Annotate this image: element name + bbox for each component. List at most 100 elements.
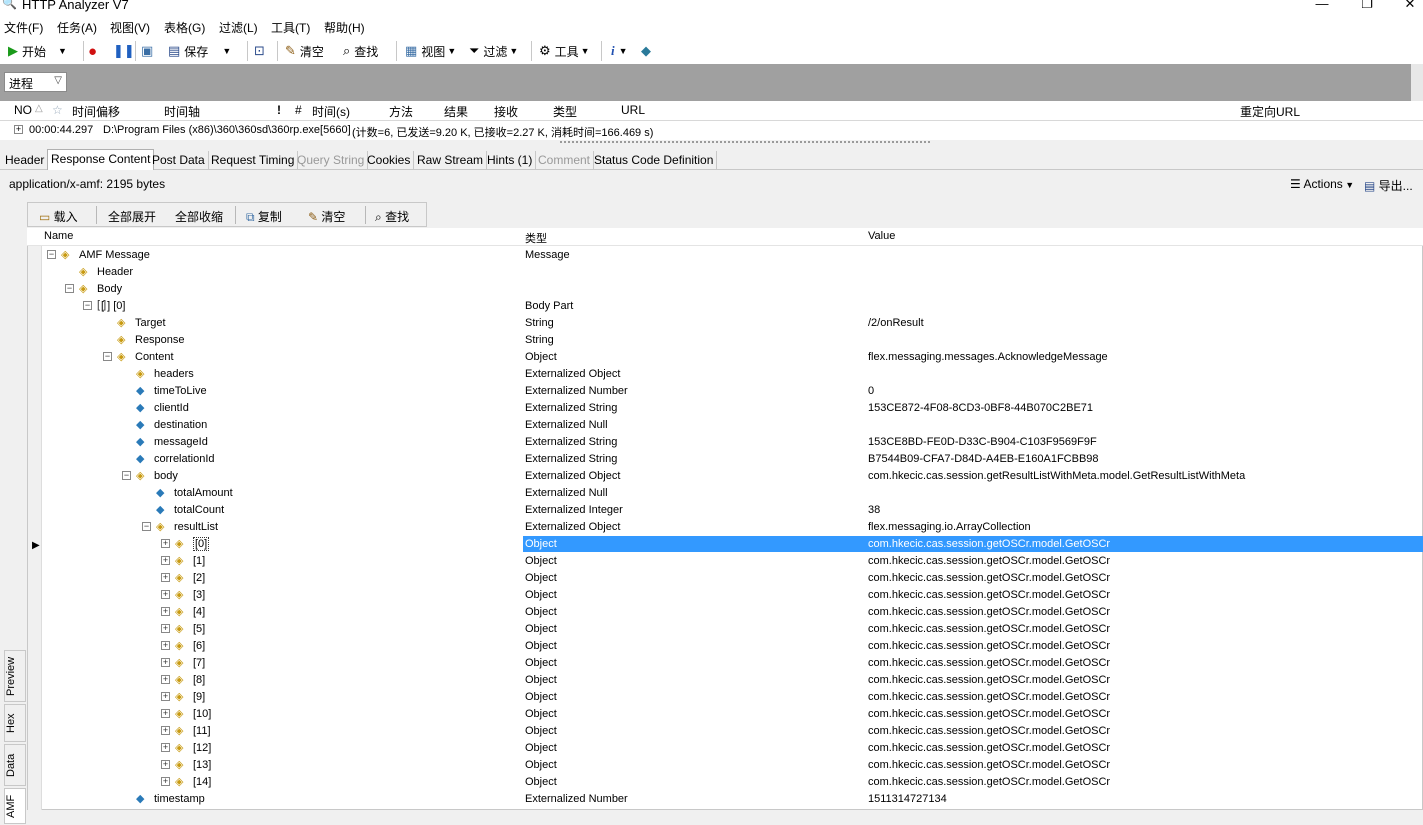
tree-row[interactable]: − ◈ body Externalized Object com.hkecic.cas.… xyxy=(42,468,1422,485)
tree-row[interactable]: ◆ timeToLive Externalized Number 0 xyxy=(42,383,1422,400)
tab-request-timing[interactable]: Request Timing xyxy=(208,151,299,170)
maximize-icon[interactable]: ❐ xyxy=(1355,0,1379,12)
tree-row[interactable]: + ◈ [9] Object com.hkecic.cas.session.getOSC… xyxy=(42,689,1422,706)
clear-tree-button[interactable]: ✎ 清空 xyxy=(308,208,345,225)
session-group-row[interactable]: + 00:00:44.297 D:\Program Files (x86)\36… xyxy=(0,121,1423,140)
tools-button[interactable]: ⚙ 工具 ▼ xyxy=(539,42,590,60)
tree-row[interactable]: ◆ messageId Externalized String 153CE8BD-FE… xyxy=(42,434,1422,451)
tab-hints[interactable]: Hints (1) xyxy=(484,151,537,170)
tab-header[interactable]: Header xyxy=(2,151,49,170)
side-tab-hex[interactable]: Hex xyxy=(4,704,26,742)
tab-status-code-definition[interactable]: Status Code Definition xyxy=(591,151,718,170)
expand-icon[interactable]: + xyxy=(161,709,170,718)
col-time-s[interactable]: 时间(s) xyxy=(312,103,350,120)
expand-icon[interactable]: + xyxy=(161,590,170,599)
tree-row[interactable]: + ◈ [12] Object com.hkecic.cas.session.getOS… xyxy=(42,740,1422,757)
open-button[interactable]: ▣ xyxy=(141,42,157,60)
view-button[interactable]: ▦ 视图 ▼ xyxy=(405,42,456,60)
tree-row[interactable]: ◆ totalAmount Externalized Null xyxy=(42,485,1422,502)
tree-row[interactable]: + ◈ [6] Object com.hkecic.cas.session.getOSC… xyxy=(42,638,1422,655)
help-book-button[interactable]: ◆ xyxy=(641,42,655,60)
tree-row[interactable]: ◆ totalCount Externalized Integer 38 xyxy=(42,502,1422,519)
stop-button[interactable]: ● xyxy=(88,42,101,60)
menu-view[interactable]: 视图(V) xyxy=(110,19,150,36)
info-button[interactable]: i ▼ xyxy=(611,42,628,60)
collapse-icon[interactable]: − xyxy=(122,471,131,480)
expand-all-button[interactable]: 全部展开 xyxy=(108,208,156,225)
collapse-icon[interactable]: − xyxy=(65,284,74,293)
tree-row[interactable]: ◈ Target String/2/onResult xyxy=(42,315,1422,332)
expand-icon[interactable]: + xyxy=(161,539,170,548)
col-timeline[interactable]: 时间轴 xyxy=(164,103,200,120)
capture-button[interactable]: ⊡ xyxy=(254,42,269,60)
col-hash[interactable]: # xyxy=(295,103,302,117)
tree-row[interactable]: ◆ destination Externalized Null xyxy=(42,417,1422,434)
col-result[interactable]: 结果 xyxy=(444,103,468,120)
tree-row[interactable]: + ◈ [7] Object com.hkecic.cas.session.getOSC… xyxy=(42,655,1422,672)
collapse-icon[interactable]: − xyxy=(103,352,112,361)
expand-icon[interactable]: + xyxy=(161,692,170,701)
clear-button[interactable]: ✎ 清空 xyxy=(285,42,324,60)
collapse-icon[interactable]: − xyxy=(47,250,56,259)
expand-icon[interactable]: + xyxy=(161,624,170,633)
minimize-icon[interactable]: — xyxy=(1310,0,1334,11)
side-tab-data[interactable]: Data xyxy=(4,744,26,786)
expand-icon[interactable]: + xyxy=(161,675,170,684)
tree-row[interactable]: −[ ][ ] [0] Body Part xyxy=(42,298,1422,315)
tree-row[interactable]: ◈ Response String xyxy=(42,332,1422,349)
tree-row[interactable]: + ◈ [2] Object com.hkecic.cas.session.getOSC… xyxy=(42,570,1422,587)
tree-row[interactable]: + ◈ [0] Object com.hkecic.cas.session.getOSC… xyxy=(42,536,1423,553)
tree-row[interactable]: − ◈ Content Object flex.messaging.messages.A… xyxy=(42,349,1422,366)
expand-icon[interactable]: + xyxy=(161,573,170,582)
tab-comment[interactable]: Comment xyxy=(535,151,595,170)
tree-row[interactable]: − ◈ AMF Message Message xyxy=(42,247,1422,264)
menu-task[interactable]: 任务(A) xyxy=(57,19,97,36)
expand-icon[interactable]: + xyxy=(161,743,170,752)
tab-post-data[interactable]: Post Data xyxy=(149,151,209,170)
menu-file[interactable]: 文件(F) xyxy=(4,19,43,36)
collapse-all-button[interactable]: 全部收缩 xyxy=(175,208,223,225)
col-url[interactable]: URL xyxy=(621,103,645,117)
menu-tools[interactable]: 工具(T) xyxy=(271,19,310,36)
tree-row[interactable]: ◈ Header xyxy=(42,264,1422,281)
filter-button[interactable]: ⏷ 过滤 ▼ xyxy=(469,42,518,60)
collapse-icon[interactable]: − xyxy=(142,522,151,531)
tree-row[interactable]: + ◈ [5] Object com.hkecic.cas.session.getOSC… xyxy=(42,621,1422,638)
tree-row[interactable]: + ◈ [11] Object com.hkecic.cas.session.getOS… xyxy=(42,723,1422,740)
tree-row[interactable]: − ◈ Body xyxy=(42,281,1422,298)
col-type[interactable]: 类型 xyxy=(553,103,577,120)
col-redirect-url[interactable]: 重定向URL xyxy=(1240,103,1300,120)
expand-icon[interactable]: + xyxy=(161,726,170,735)
tree-row[interactable]: + ◈ [4] Object com.hkecic.cas.session.getOSC… xyxy=(42,604,1422,621)
process-filter-dropdown[interactable]: 进程 ▽ xyxy=(4,72,67,92)
menu-filter[interactable]: 过滤(L) xyxy=(219,19,258,36)
tree-row[interactable]: ◆ timestamp Externalized Number 15113147271… xyxy=(42,791,1422,808)
col-time-offset[interactable]: 时间偏移 xyxy=(72,103,120,120)
tab-cookies[interactable]: Cookies xyxy=(364,151,415,170)
find-button[interactable]: ⌕ 查找 xyxy=(343,42,378,60)
tab-raw-stream[interactable]: Raw Stream xyxy=(414,151,488,170)
tree-row[interactable]: ◈ headers Externalized Object xyxy=(42,366,1422,383)
copy-button[interactable]: ⧉ 复制 xyxy=(246,208,282,225)
tree-row[interactable]: − ◈ resultList Externalized Object flex.mess… xyxy=(42,519,1422,536)
close-icon[interactable]: ✕ xyxy=(1398,0,1422,12)
tree-row[interactable]: ◆ correlationId Externalized String B7544B0… xyxy=(42,451,1422,468)
export-button[interactable]: ▤ 导出... xyxy=(1364,177,1413,194)
tree-row[interactable]: ◆ clientId Externalized String 153CE872-4F0… xyxy=(42,400,1422,417)
expand-icon[interactable]: + xyxy=(161,556,170,565)
actions-button[interactable]: ☰ Actions ▼ xyxy=(1290,177,1354,191)
tree-row[interactable]: + ◈ [1] Object com.hkecic.cas.session.getOSC… xyxy=(42,553,1422,570)
expand-icon[interactable]: + xyxy=(161,641,170,650)
expand-icon[interactable]: + xyxy=(161,760,170,769)
splitter-grip[interactable] xyxy=(560,141,930,144)
col-name[interactable]: Name xyxy=(44,230,73,242)
expand-icon[interactable]: + xyxy=(14,125,23,134)
tab-response-content[interactable]: Response Content xyxy=(47,149,155,171)
col-no[interactable]: NO xyxy=(14,103,32,117)
load-button[interactable]: ▭ 载入 xyxy=(39,208,78,225)
side-tab-preview[interactable]: Preview xyxy=(4,650,26,702)
start-button[interactable]: ▶ 开始 ▼ xyxy=(8,42,67,60)
tree-row[interactable]: + ◈ [13] Object com.hkecic.cas.session.getOS… xyxy=(42,757,1422,774)
find-tree-button[interactable]: ⌕ 查找 xyxy=(375,208,409,225)
menu-help[interactable]: 帮助(H) xyxy=(324,19,365,36)
